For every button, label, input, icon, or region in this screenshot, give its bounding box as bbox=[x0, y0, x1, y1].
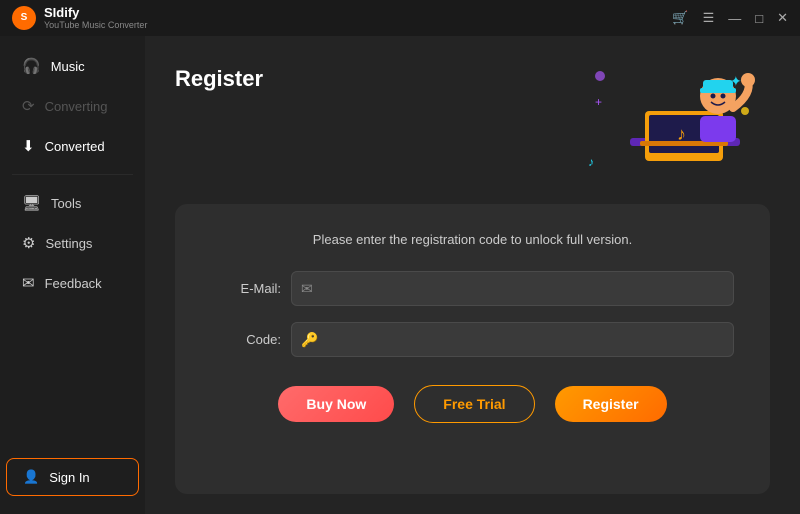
form-buttons: Buy Now Free Trial Register bbox=[211, 385, 734, 423]
sidebar-label-settings: Settings bbox=[45, 236, 92, 251]
titlebar-controls: 🛒 ☰ — □ ✕ bbox=[672, 10, 788, 26]
illustration: ✦ + ♪ bbox=[570, 56, 770, 186]
email-label: E-Mail: bbox=[211, 281, 281, 296]
svg-text:♪: ♪ bbox=[588, 155, 594, 169]
close-icon[interactable]: ✕ bbox=[777, 10, 788, 26]
titlebar-left: S SIdify YouTube Music Converter bbox=[12, 5, 147, 31]
minimize-icon[interactable]: — bbox=[728, 11, 741, 26]
content-area: Register ✦ + bbox=[145, 36, 800, 514]
converted-icon: ⬇ bbox=[22, 137, 35, 155]
app-name: SIdify bbox=[44, 5, 147, 21]
app-logo: S bbox=[12, 6, 36, 30]
sign-in-label: Sign In bbox=[49, 470, 89, 485]
code-row: Code: 🔑 bbox=[211, 322, 734, 357]
sidebar-label-converting: Converting bbox=[45, 99, 108, 114]
cart-icon[interactable]: 🛒 bbox=[672, 10, 688, 26]
svg-text:+: + bbox=[595, 95, 602, 109]
sidebar: 🎧 Music ⟳ Converting ⬇ Converted 🖥 Tools… bbox=[0, 36, 145, 514]
sign-in-button[interactable]: 👤 Sign In bbox=[6, 458, 139, 496]
sidebar-label-tools: Tools bbox=[51, 196, 81, 211]
illustration-svg: ✦ + ♪ bbox=[570, 56, 770, 186]
register-hint: Please enter the registration code to un… bbox=[211, 232, 734, 247]
register-title: Register bbox=[175, 66, 263, 92]
sidebar-label-feedback: Feedback bbox=[45, 276, 102, 291]
register-card: Please enter the registration code to un… bbox=[175, 204, 770, 494]
sidebar-item-converting[interactable]: ⟳ Converting bbox=[6, 87, 139, 125]
feedback-icon: ✉ bbox=[22, 274, 35, 292]
app-subtitle: YouTube Music Converter bbox=[44, 20, 147, 31]
code-input[interactable] bbox=[291, 322, 734, 357]
tools-icon: 🖥 bbox=[22, 194, 41, 212]
email-input[interactable] bbox=[291, 271, 734, 306]
app-title-block: SIdify YouTube Music Converter bbox=[44, 5, 147, 31]
sidebar-bottom: 👤 Sign In bbox=[0, 450, 145, 504]
menu-icon[interactable]: ☰ bbox=[703, 10, 715, 26]
titlebar: S SIdify YouTube Music Converter 🛒 ☰ — □… bbox=[0, 0, 800, 36]
sidebar-label-converted: Converted bbox=[45, 139, 105, 154]
logo-text: S bbox=[21, 12, 28, 23]
sidebar-item-feedback[interactable]: ✉ Feedback bbox=[6, 264, 139, 302]
sidebar-item-tools[interactable]: 🖥 Tools bbox=[6, 184, 139, 222]
buy-now-button[interactable]: Buy Now bbox=[278, 386, 394, 422]
converting-icon: ⟳ bbox=[22, 97, 35, 115]
register-page: Register ✦ + bbox=[145, 36, 800, 514]
sign-in-icon: 👤 bbox=[23, 469, 39, 485]
code-input-wrap: 🔑 bbox=[291, 322, 734, 357]
settings-icon: ⚙ bbox=[22, 234, 35, 252]
sidebar-item-converted[interactable]: ⬇ Converted bbox=[6, 127, 139, 165]
music-icon: 🎧 bbox=[22, 57, 41, 75]
main-layout: 🎧 Music ⟳ Converting ⬇ Converted 🖥 Tools… bbox=[0, 36, 800, 514]
register-header: Register ✦ + bbox=[175, 56, 770, 186]
maximize-icon[interactable]: □ bbox=[755, 11, 763, 26]
sidebar-label-music: Music bbox=[51, 59, 85, 74]
email-row: E-Mail: ✉ bbox=[211, 271, 734, 306]
sidebar-divider bbox=[12, 174, 133, 175]
email-input-wrap: ✉ bbox=[291, 271, 734, 306]
sidebar-item-music[interactable]: 🎧 Music bbox=[6, 47, 139, 85]
sidebar-item-settings[interactable]: ⚙ Settings bbox=[6, 224, 139, 262]
free-trial-button[interactable]: Free Trial bbox=[414, 385, 534, 423]
register-button[interactable]: Register bbox=[555, 386, 667, 422]
code-label: Code: bbox=[211, 332, 281, 347]
